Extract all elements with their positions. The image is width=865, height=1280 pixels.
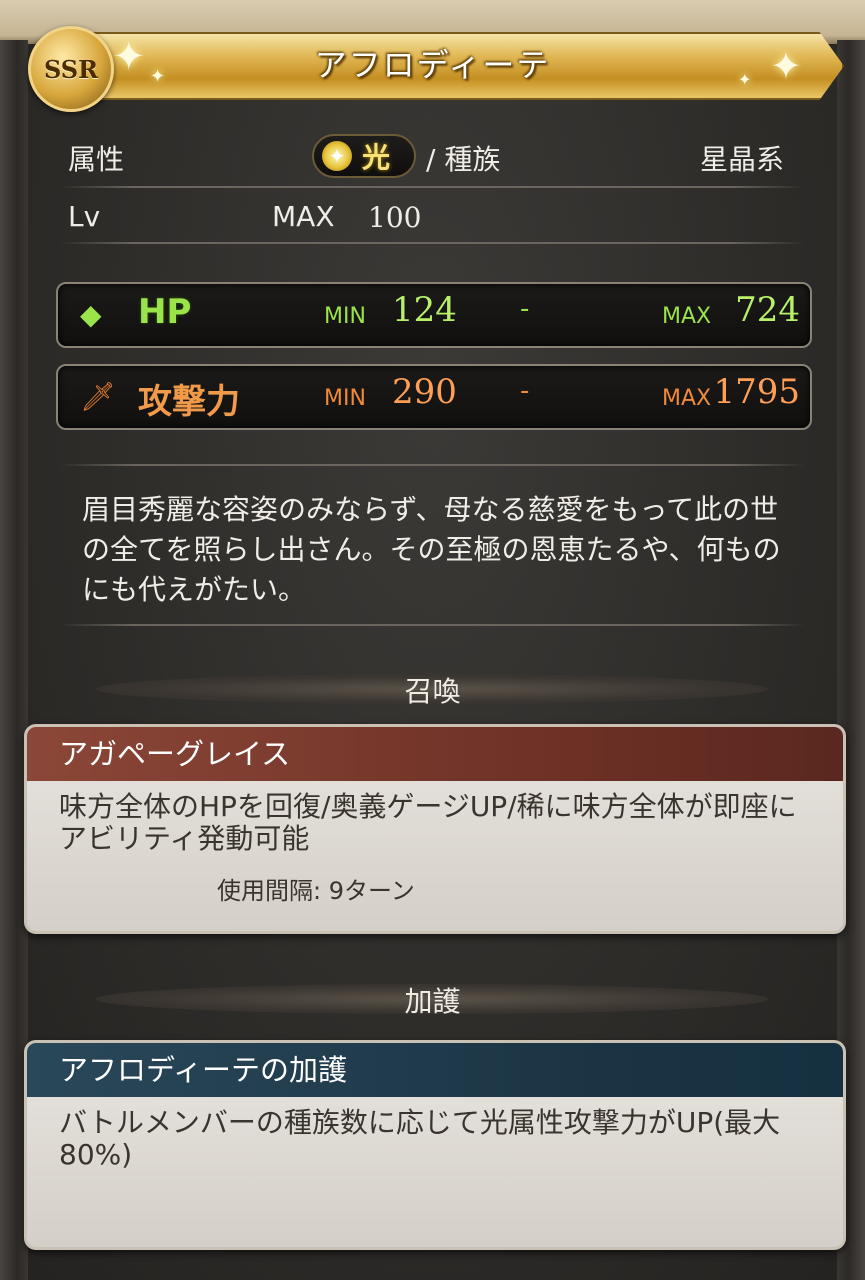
hp-min-label: MIN <box>324 304 366 329</box>
summon-description: 味方全体のHPを回復/奥義ゲージUP/稀に味方全体が即座にアビリティ発動可能 <box>59 790 797 855</box>
element-badge: ✦ 光 <box>312 134 416 178</box>
sparkle-icon: ✦ <box>150 66 166 87</box>
aura-description: バトルメンバーの種族数に応じて光属性攻撃力がUP(最大80%) <box>59 1106 781 1171</box>
race-value: 星晶系 <box>700 143 785 176</box>
attack-min-label: MIN <box>324 386 366 411</box>
hp-min-value: 124 <box>392 290 457 330</box>
flavor-text: 眉目秀麗な容姿のみならず、母なる慈愛をもって此の世の全てを照らし出さん。その至極… <box>82 493 781 606</box>
sparkle-icon: ✦ <box>738 70 752 89</box>
level-label: Lv <box>68 200 101 233</box>
sparkle-icon: ✦ <box>112 34 146 80</box>
hp-separator: - <box>520 294 530 324</box>
hp-max-label: MAX <box>662 304 712 329</box>
attack-separator: - <box>520 376 530 406</box>
sword-icon: 🗡 <box>80 380 116 413</box>
sparkle-icon: ✦ <box>770 44 802 88</box>
rarity-label: SSR <box>43 54 99 84</box>
attack-label: 攻撃力 <box>138 382 240 422</box>
hp-stat-bar: ◆ HP MIN 124 - MAX 724 <box>56 282 812 348</box>
summon-card: アガペーグレイス 味方全体のHPを回復/奥義ゲージUP/稀に味方全体が即座にアビ… <box>24 724 846 934</box>
aura-name: アフロディーテの加護 <box>27 1043 843 1097</box>
divider <box>60 464 805 466</box>
level-max-label: MAX <box>272 200 335 233</box>
summon-section-title: 召喚 <box>404 675 461 708</box>
summon-cooldown: 使用間隔: 9ターン <box>217 877 415 905</box>
attack-stat-bar: 🗡 攻撃力 MIN 290 - MAX 1795 <box>56 364 812 430</box>
divider <box>60 242 805 244</box>
attack-max-value: 1795 <box>713 372 800 412</box>
aura-card: アフロディーテの加護 バトルメンバーの種族数に応じて光属性攻撃力がUP(最大80… <box>24 1040 846 1250</box>
ssr-rarity-badge: SSR <box>28 26 114 112</box>
aura-section-title: 加護 <box>404 985 461 1018</box>
attack-min-value: 290 <box>392 372 457 412</box>
divider <box>60 624 805 626</box>
summon-name: アガペーグレイス <box>27 727 843 781</box>
attack-max-label: MAX <box>662 386 712 411</box>
race-label: / 種族 <box>426 143 501 176</box>
divider <box>60 186 805 188</box>
element-value: 光 <box>362 141 391 174</box>
element-label: 属性 <box>68 143 125 176</box>
light-element-icon: ✦ <box>322 141 352 171</box>
green-diamond-icon: ◆ <box>80 298 102 331</box>
hp-max-value: 724 <box>735 290 800 330</box>
hp-label: HP <box>138 292 192 332</box>
level-max-value: 100 <box>368 201 422 234</box>
